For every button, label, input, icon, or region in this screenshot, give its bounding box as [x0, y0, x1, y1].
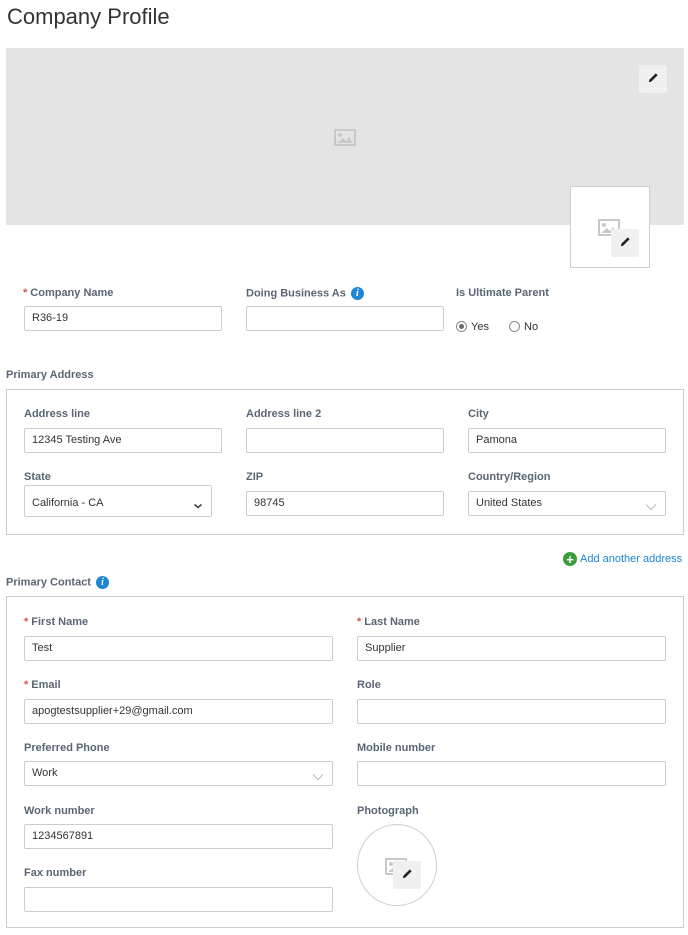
fax-number-label: Fax number [24, 867, 87, 879]
address-line-2-input[interactable] [246, 428, 444, 453]
preferred-phone-select[interactable]: Work [24, 761, 333, 786]
info-icon[interactable]: i [95, 576, 109, 589]
plus-circle-icon: + [563, 552, 577, 566]
address-line-label: Address line [24, 408, 91, 420]
edit-logo-button[interactable] [611, 229, 639, 257]
last-name-input[interactable]: Supplier [357, 636, 666, 661]
ultimate-parent-label: Is Ultimate Parent [456, 287, 549, 299]
edit-photograph-button[interactable] [393, 861, 421, 889]
last-name-label: * Last Name [357, 616, 420, 628]
radio-no[interactable] [509, 321, 520, 333]
info-icon[interactable]: i [350, 287, 364, 300]
zip-label: ZIP [246, 471, 264, 483]
work-number-label: Work number [24, 805, 95, 817]
country-select[interactable]: United States [468, 491, 666, 516]
zip-input[interactable]: 98745 [246, 491, 444, 516]
company-name-label: * Company Name [23, 287, 114, 299]
city-input[interactable]: Pamona [468, 428, 666, 453]
ultimate-parent-yes[interactable]: Yes [456, 318, 489, 336]
role-input[interactable] [357, 699, 666, 724]
work-number-input[interactable]: 1234567891 [24, 824, 333, 849]
first-name-label: * First Name [24, 616, 89, 628]
primary-address-title: Primary Address [6, 369, 94, 381]
chevron-down-icon [312, 768, 324, 786]
preferred-phone-label: Preferred Phone [24, 742, 110, 754]
address-line-input[interactable]: 12345 Testing Ave [24, 428, 222, 453]
address-line-2-label: Address line 2 [246, 408, 322, 420]
mobile-number-input[interactable] [357, 761, 666, 786]
chevron-down-icon [645, 498, 657, 516]
pencil-icon [648, 70, 659, 88]
pencil-icon [620, 234, 631, 252]
edit-banner-button[interactable] [639, 65, 667, 93]
contact-photograph [357, 824, 437, 906]
photograph-label: Photograph [357, 805, 419, 817]
doing-business-as-label: Doing Business As i [246, 287, 364, 300]
country-label: Country/Region [468, 471, 551, 483]
company-logo [570, 186, 650, 268]
city-label: City [468, 408, 489, 420]
mobile-number-label: Mobile number [357, 742, 436, 754]
first-name-input[interactable]: Test [24, 636, 333, 661]
page-title: Company Profile [7, 4, 170, 29]
state-select[interactable]: California - CA [24, 485, 212, 517]
add-another-address-link[interactable]: + Add another address [563, 552, 682, 566]
pencil-icon [402, 866, 413, 884]
chevron-down-icon [193, 497, 203, 515]
company-name-input[interactable]: R36-19 [24, 306, 222, 331]
role-label: Role [357, 679, 381, 691]
doing-business-as-input[interactable] [246, 306, 444, 331]
email-label: * Email [24, 679, 61, 691]
ultimate-parent-no[interactable]: No [509, 318, 538, 336]
primary-contact-title: Primary Contact i [6, 576, 109, 589]
email-input[interactable]: apogtestsupplier+29@gmail.com [24, 699, 333, 724]
fax-number-input[interactable] [24, 887, 333, 912]
image-placeholder-icon [334, 129, 356, 152]
state-label: State [24, 471, 51, 483]
radio-yes[interactable] [456, 321, 467, 333]
